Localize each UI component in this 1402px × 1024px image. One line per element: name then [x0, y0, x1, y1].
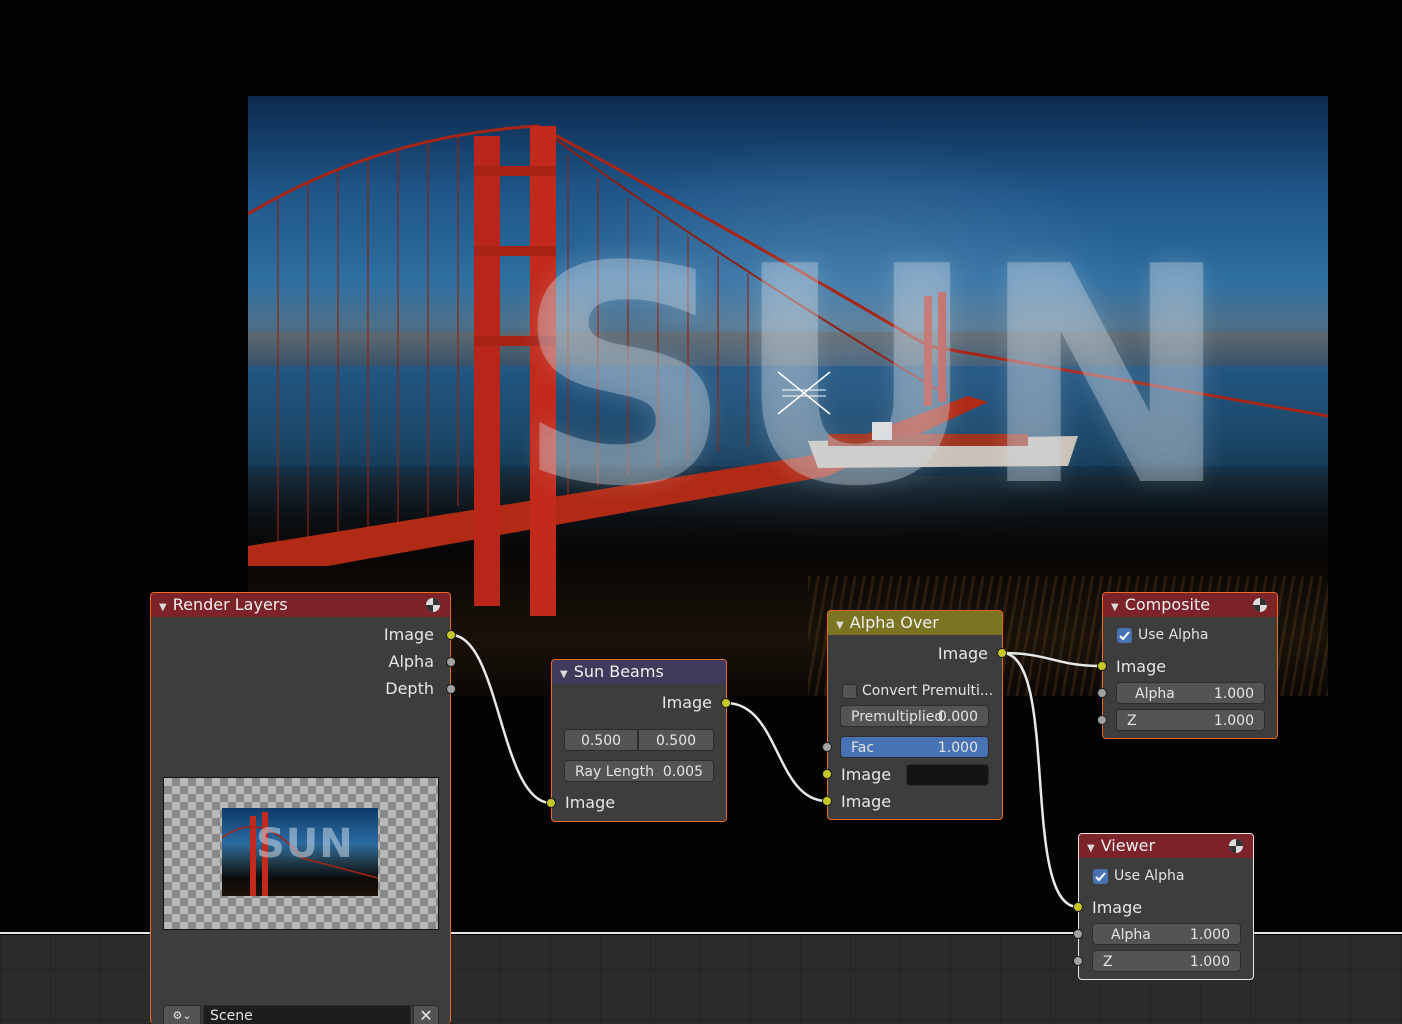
- render-layers-depth-socket[interactable]: [446, 684, 456, 694]
- alpha-over-header[interactable]: ▼ Alpha Over: [828, 611, 1002, 635]
- checkmark-icon: [1119, 631, 1130, 641]
- field-value: 1.000: [1213, 713, 1254, 729]
- viewer-z-socket[interactable]: [1073, 956, 1083, 966]
- field-value: 0.000: [937, 709, 978, 725]
- field-value: 0.005: [662, 764, 703, 780]
- input-label-image-2: Image: [841, 792, 892, 811]
- field-value: 1.000: [937, 740, 978, 756]
- node-title: Alpha Over: [849, 613, 939, 632]
- input-label-image: Image: [1116, 657, 1167, 676]
- ray-length-field[interactable]: Ray Length 0.005: [564, 760, 714, 782]
- render-layers-image-socket[interactable]: [446, 630, 456, 640]
- scene-selector[interactable]: ⚙⌄ Scene ✕: [163, 1005, 439, 1024]
- composite-image-socket[interactable]: [1097, 661, 1107, 671]
- field-value: 1.000: [1189, 954, 1230, 970]
- viewer-node[interactable]: ▼ Viewer Use Alpha Image Alpha 1.000 Z 1.…: [1078, 833, 1254, 980]
- field-label: Z: [1127, 713, 1137, 729]
- viewer-alpha-socket[interactable]: [1073, 929, 1083, 939]
- alpha-over-node[interactable]: ▼ Alpha Over Image Convert Premulti... Pr…: [827, 610, 1003, 820]
- preview-toggle-icon[interactable]: [1228, 838, 1244, 854]
- fac-slider[interactable]: Fac 1.000: [840, 736, 989, 758]
- input-label-image: Image: [565, 793, 616, 812]
- alpha-field[interactable]: Alpha 1.000: [1092, 923, 1241, 945]
- field-label: Fac: [851, 740, 875, 756]
- output-label-image: Image: [661, 693, 712, 712]
- compositor-node-editor[interactable]: SUN ▼ Render Layers Image Alpha Depth SU…: [0, 0, 1402, 1024]
- output-label-image: Image: [937, 644, 988, 663]
- scene-browse-button[interactable]: ⚙⌄: [163, 1005, 201, 1024]
- convert-premult-checkbox[interactable]: [842, 684, 857, 699]
- node-title: Viewer: [1100, 836, 1156, 855]
- use-alpha-label: Use Alpha: [1114, 868, 1185, 884]
- alpha-field[interactable]: Alpha 1.000: [1116, 682, 1265, 704]
- use-alpha-checkbox[interactable]: [1093, 869, 1108, 884]
- preview-toggle-icon[interactable]: [1252, 597, 1268, 613]
- scene-icon: ⚙⌄: [172, 1009, 192, 1022]
- render-layers-header[interactable]: ▼ Render Layers: [151, 593, 450, 617]
- convert-premult-label: Convert Premulti...: [862, 683, 994, 699]
- render-layers-alpha-socket[interactable]: [446, 657, 456, 667]
- source-x-value: 0.500: [580, 733, 622, 749]
- checkmark-icon: [1095, 872, 1106, 882]
- source-x-field[interactable]: 0.500: [564, 729, 638, 751]
- image-color-swatch[interactable]: [906, 764, 989, 786]
- source-y-value: 0.500: [655, 733, 697, 749]
- preview-thumbnail: SUN: [222, 808, 378, 896]
- preview-toggle-icon[interactable]: [425, 597, 441, 613]
- render-preview: SUN: [163, 777, 439, 930]
- z-field[interactable]: Z 1.000: [1092, 950, 1241, 972]
- sun-position-crosshair[interactable]: [776, 368, 832, 418]
- field-value: 1.000: [1213, 686, 1254, 702]
- sun-beams-node[interactable]: ▼ Sun Beams Image 0.500 0.500 Ray Length …: [551, 659, 727, 822]
- composite-node[interactable]: ▼ Composite Use Alpha Image Alpha 1.000 Z…: [1102, 592, 1278, 739]
- use-alpha-checkbox[interactable]: [1117, 628, 1132, 643]
- alpha-over-image1-socket[interactable]: [822, 769, 832, 779]
- premultiplied-field[interactable]: Premultiplied 0.000: [840, 705, 989, 727]
- sun-beams-output-socket[interactable]: [721, 698, 731, 708]
- field-label: Alpha: [1111, 927, 1151, 943]
- collapse-arrow-icon[interactable]: ▼: [159, 602, 167, 613]
- field-label: Ray Length: [575, 764, 655, 780]
- collapse-arrow-icon[interactable]: ▼: [1087, 843, 1095, 854]
- node-title: Render Layers: [172, 595, 288, 614]
- sun-beams-header[interactable]: ▼ Sun Beams: [552, 660, 726, 684]
- field-label: Premultiplied: [851, 709, 944, 725]
- viewer-header[interactable]: ▼ Viewer: [1079, 834, 1253, 858]
- z-field[interactable]: Z 1.000: [1116, 709, 1265, 731]
- composite-z-socket[interactable]: [1097, 715, 1107, 725]
- node-title: Sun Beams: [573, 662, 664, 681]
- composite-alpha-socket[interactable]: [1097, 688, 1107, 698]
- alpha-over-image2-socket[interactable]: [822, 796, 832, 806]
- preview-sun-text: SUN: [256, 821, 354, 867]
- sun-overlay-text: SUN: [516, 203, 1233, 552]
- output-label-alpha: Alpha: [388, 652, 435, 671]
- field-value: 1.000: [1189, 927, 1230, 943]
- input-label-image: Image: [1092, 898, 1143, 917]
- field-label: Z: [1103, 954, 1113, 970]
- scene-name-field[interactable]: Scene: [203, 1005, 411, 1024]
- input-label-image-1: Image: [841, 765, 892, 784]
- source-y-field[interactable]: 0.500: [638, 729, 714, 751]
- collapse-arrow-icon[interactable]: ▼: [1111, 602, 1119, 613]
- render-layers-node[interactable]: ▼ Render Layers Image Alpha Depth SUN ⚙⌄ …: [150, 592, 451, 1024]
- output-label-image: Image: [383, 625, 434, 644]
- collapse-arrow-icon[interactable]: ▼: [836, 620, 844, 631]
- field-label: Alpha: [1135, 686, 1175, 702]
- alpha-over-fac-socket[interactable]: [822, 742, 832, 752]
- use-alpha-label: Use Alpha: [1138, 627, 1209, 643]
- node-title: Composite: [1124, 595, 1211, 614]
- sun-beams-input-socket[interactable]: [546, 798, 556, 808]
- alpha-over-output-socket[interactable]: [997, 648, 1007, 658]
- collapse-arrow-icon[interactable]: ▼: [560, 669, 568, 680]
- composite-header[interactable]: ▼ Composite: [1103, 593, 1277, 617]
- viewer-image-socket[interactable]: [1073, 902, 1083, 912]
- output-label-depth: Depth: [385, 679, 434, 698]
- scene-clear-button[interactable]: ✕: [413, 1005, 439, 1024]
